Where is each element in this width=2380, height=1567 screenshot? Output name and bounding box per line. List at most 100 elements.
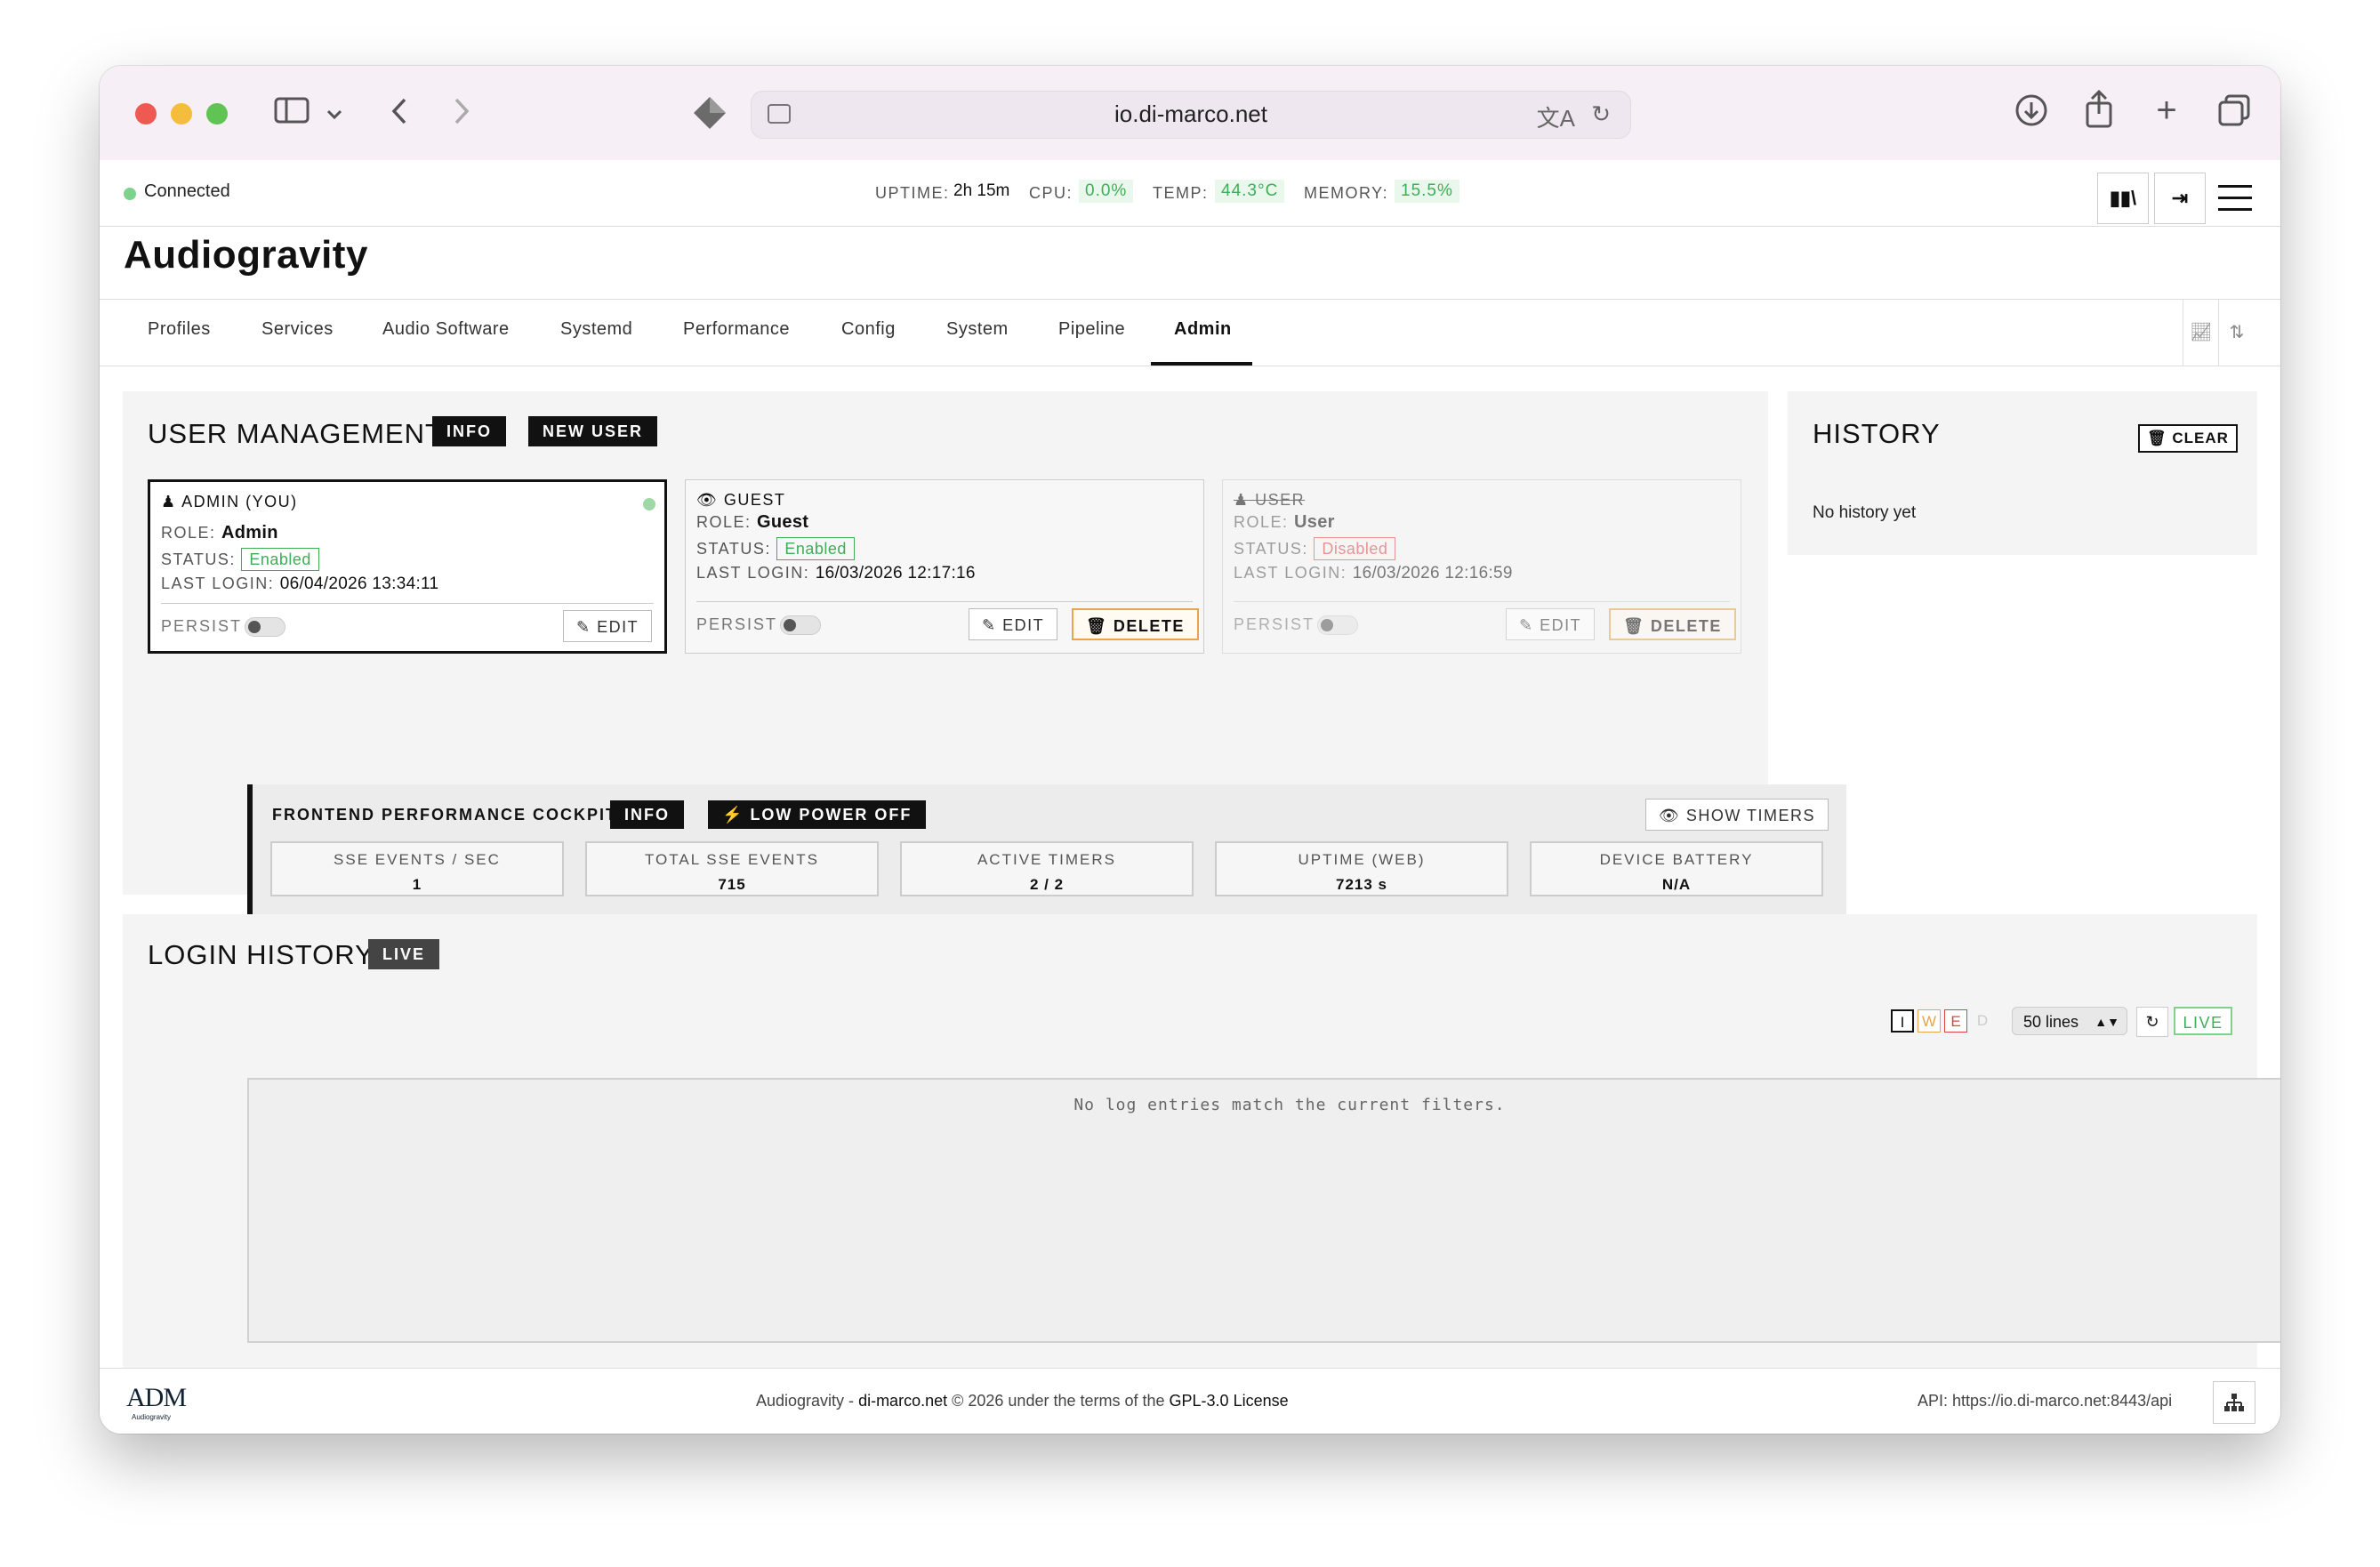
user-icon: ♟ bbox=[1234, 491, 1250, 509]
history-panel bbox=[1788, 391, 2257, 555]
persist-toggle[interactable] bbox=[1317, 615, 1358, 635]
delete-button[interactable]: 🗑︎ DELETE bbox=[1072, 608, 1199, 640]
cockpit-title: FRONTEND PERFORMANCE COCKPIT bbox=[272, 806, 617, 824]
stat-value: 7213 s bbox=[1336, 876, 1387, 893]
edit-label: EDIT bbox=[597, 618, 639, 636]
eye-icon: 👁︎ bbox=[696, 491, 719, 509]
edit-label: EDIT bbox=[1002, 616, 1045, 634]
edit-button[interactable]: ✎ EDIT bbox=[563, 610, 653, 642]
lines-select[interactable]: 50 lines ▲▼ bbox=[2012, 1007, 2127, 1035]
tab-admin[interactable]: Admin bbox=[1174, 319, 1232, 340]
stat-device-battery: DEVICE BATTERY N/A bbox=[1530, 841, 1823, 896]
persist-label: PERSIST bbox=[696, 615, 778, 633]
new-tab-icon[interactable]: + bbox=[2147, 92, 2186, 128]
tab-audio-software[interactable]: Audio Software bbox=[382, 319, 510, 340]
cpu-value: 0.0% bbox=[1079, 180, 1134, 203]
user-card-user: ♟ USER ROLE: User STATUS: Disabled LAST … bbox=[1222, 479, 1741, 654]
log-viewer[interactable]: No log entries match the current filters… bbox=[247, 1078, 2280, 1343]
stat-value: 1 bbox=[412, 876, 422, 893]
edit-button[interactable]: ✎ EDIT bbox=[969, 608, 1058, 640]
level-filter-error[interactable]: E bbox=[1944, 1009, 1967, 1033]
level-filter-warning[interactable]: W bbox=[1918, 1009, 1941, 1033]
sitemap-button[interactable] bbox=[2213, 1381, 2255, 1424]
tab-overview-icon[interactable] bbox=[2215, 92, 2254, 136]
role-label: ROLE: bbox=[161, 524, 216, 542]
tab-profiles[interactable]: Profiles bbox=[148, 319, 211, 340]
tab-services[interactable]: Services bbox=[261, 319, 334, 340]
extension-icon[interactable] bbox=[690, 94, 729, 140]
sidebar-toggle-icon[interactable] bbox=[274, 96, 310, 132]
logout-button[interactable]: ⇥ bbox=[2154, 173, 2206, 224]
tab-config[interactable]: Config bbox=[841, 319, 896, 340]
stat-label: DEVICE BATTERY bbox=[1599, 851, 1754, 868]
library-button[interactable]: ▮▮\ bbox=[2097, 173, 2149, 224]
footer-site-link[interactable]: di-marco.net bbox=[858, 1392, 947, 1410]
delete-button[interactable]: 🗑︎ DELETE bbox=[1609, 608, 1736, 640]
uptime-label: UPTIME: bbox=[875, 184, 950, 202]
tab-pipeline[interactable]: Pipeline bbox=[1058, 319, 1125, 340]
select-arrows-icon: ▲▼ bbox=[2095, 1015, 2119, 1029]
stat-sse-events-per-sec: SSE EVENTS / SEC 1 bbox=[270, 841, 564, 896]
tab-systemd[interactable]: Systemd bbox=[560, 319, 632, 340]
status-label: STATUS: bbox=[1234, 540, 1308, 558]
user-management-info-button[interactable]: INFO bbox=[432, 416, 506, 446]
chevron-down-icon[interactable] bbox=[324, 98, 345, 133]
clear-history-button[interactable]: 🗑︎ CLEAR bbox=[2138, 424, 2238, 453]
stat-active-timers: ACTIVE TIMERS 2 / 2 bbox=[900, 841, 1194, 896]
trash-icon: 🗑︎ bbox=[2147, 430, 2167, 446]
footer-api-url: API: https://io.di-marco.net:8443/api bbox=[1918, 1392, 2173, 1410]
minimize-window-button[interactable] bbox=[171, 103, 192, 125]
tab-system[interactable]: System bbox=[946, 319, 1009, 340]
pencil-icon: ✎ bbox=[982, 616, 997, 634]
refresh-icon: ↻ bbox=[2145, 1013, 2159, 1031]
stat-label: SSE EVENTS / SEC bbox=[334, 851, 501, 868]
stat-total-sse-events: TOTAL SSE EVENTS 715 bbox=[585, 841, 879, 896]
role-label: ROLE: bbox=[1234, 513, 1289, 531]
user-role: Admin bbox=[221, 523, 278, 542]
low-power-button[interactable]: ⚡ LOW POWER OFF bbox=[708, 800, 927, 829]
sitemap-icon bbox=[2224, 1393, 2244, 1411]
persist-toggle[interactable] bbox=[780, 615, 821, 635]
share-icon[interactable] bbox=[2079, 89, 2119, 136]
user-card-header: ♟ USER bbox=[1234, 491, 1305, 510]
lines-select-value: 50 lines bbox=[2023, 1013, 2079, 1031]
cpu-label: CPU: bbox=[1029, 184, 1073, 202]
eye-icon: 👁︎ bbox=[1659, 807, 1681, 824]
stat-value: N/A bbox=[1661, 876, 1692, 893]
connection-indicator bbox=[124, 188, 136, 200]
memory-value: 15.5% bbox=[1395, 180, 1459, 203]
zoom-window-button[interactable] bbox=[206, 103, 228, 125]
show-timers-button[interactable]: 👁︎ SHOW TIMERS bbox=[1645, 799, 1829, 831]
uptime-value: 2h 15m bbox=[953, 181, 1010, 200]
menu-button[interactable] bbox=[2218, 185, 2252, 220]
cockpit-info-button[interactable]: INFO bbox=[610, 800, 684, 829]
close-window-button[interactable] bbox=[135, 103, 157, 125]
user-card-header: 👁︎ GUEST bbox=[696, 491, 785, 510]
user-card-admin: ♟ ADMIN (YOU) ROLE: Admin STATUS: Enable… bbox=[148, 479, 667, 654]
refresh-button[interactable]: ↻ bbox=[2136, 1007, 2168, 1037]
level-filter-info[interactable]: I bbox=[1891, 1009, 1914, 1033]
back-arrow-icon[interactable] bbox=[386, 96, 413, 134]
footer: ADM Audiogravity Audiogravity - di-marco… bbox=[100, 1368, 2280, 1434]
history-title: HISTORY bbox=[1813, 418, 1941, 449]
forward-arrow-icon[interactable] bbox=[448, 96, 475, 134]
tab-performance[interactable]: Performance bbox=[683, 319, 790, 340]
edit-button[interactable]: ✎ EDIT bbox=[1506, 608, 1596, 640]
online-indicator bbox=[643, 498, 655, 510]
user-name: ADMIN (YOU) bbox=[181, 493, 298, 510]
chart-toggle-icon[interactable]: 📈︎ bbox=[2183, 300, 2219, 366]
translate-icon[interactable]: 文A bbox=[1537, 100, 1575, 133]
persist-toggle[interactable] bbox=[245, 617, 285, 637]
persist-label: PERSIST bbox=[161, 617, 243, 635]
persist-label: PERSIST bbox=[1234, 615, 1315, 633]
footer-license-link[interactable]: GPL-3.0 License bbox=[1170, 1392, 1289, 1410]
level-filter-debug[interactable]: D bbox=[1971, 1009, 1994, 1033]
live-toggle-button[interactable]: LIVE bbox=[2174, 1007, 2232, 1035]
stat-label: UPTIME (WEB) bbox=[1298, 851, 1426, 868]
address-bar[interactable]: io.di-marco.net 文A ↻ bbox=[751, 91, 1631, 139]
last-login-label: LAST LOGIN: bbox=[696, 564, 810, 582]
downloads-icon[interactable] bbox=[2012, 92, 2051, 136]
new-user-button[interactable]: NEW USER bbox=[528, 416, 658, 446]
sort-toggle-icon[interactable]: ⇅ bbox=[2218, 300, 2255, 366]
reload-icon[interactable]: ↻ bbox=[1591, 100, 1611, 128]
